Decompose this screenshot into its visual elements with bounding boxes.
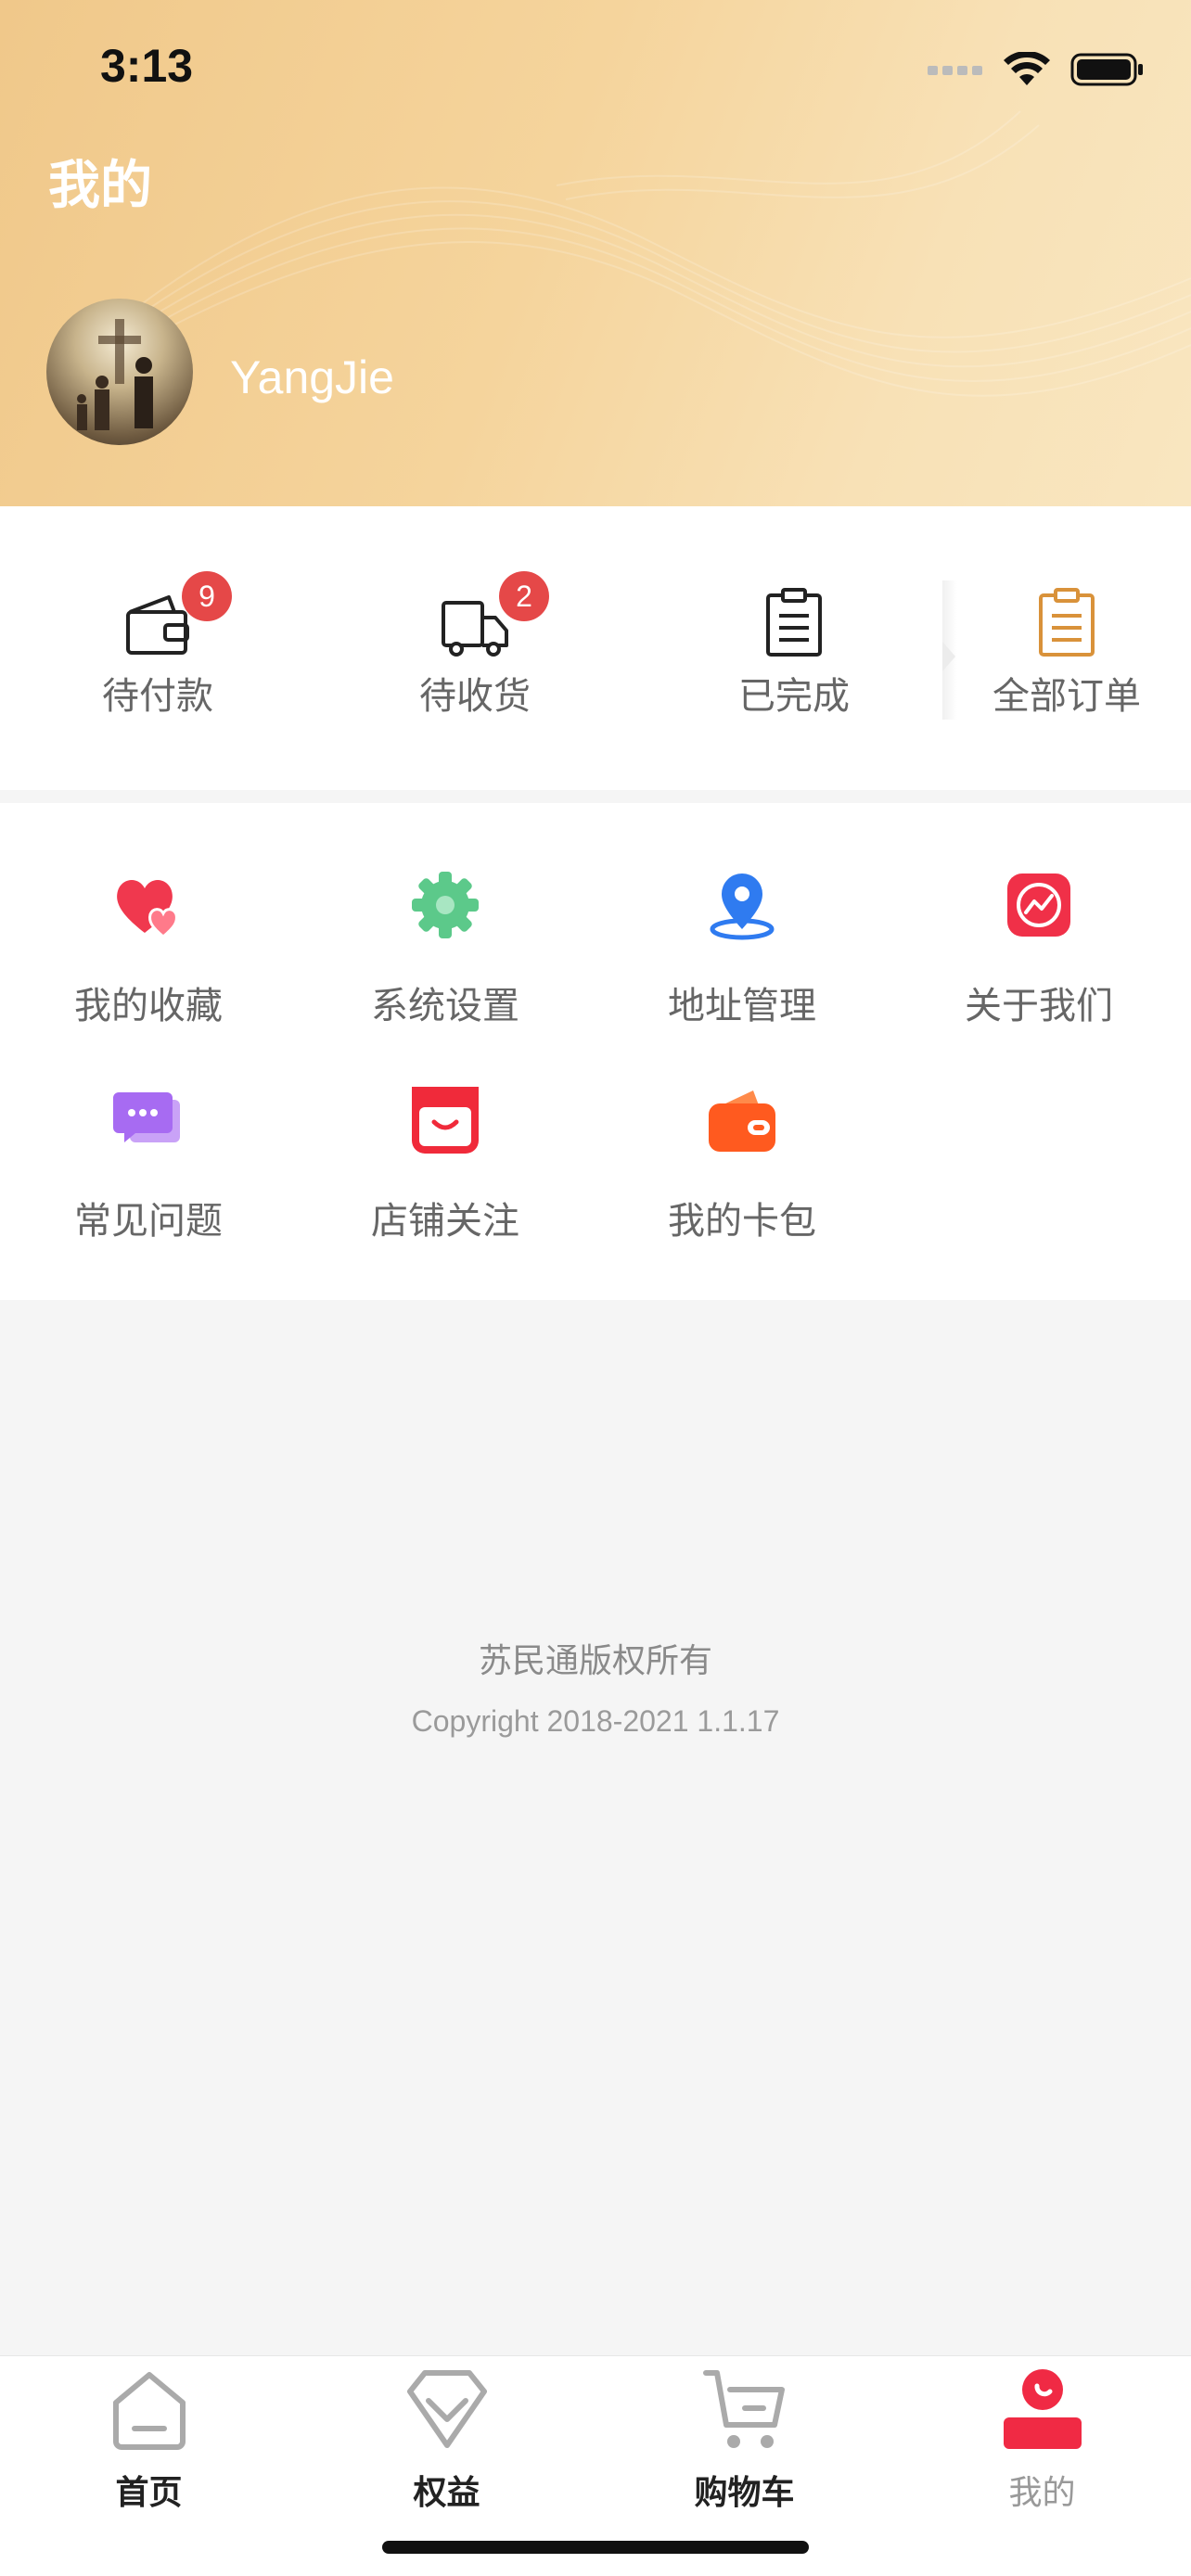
menu-about[interactable]: 关于我们 xyxy=(890,803,1187,1027)
menu-label-about: 关于我们 xyxy=(965,985,1113,1027)
order-pending-receipt[interactable]: 2 待收货 xyxy=(336,506,614,790)
copyright-version: Copyright 2018-2021 1.1.17 xyxy=(411,1704,780,1738)
order-label-pending-payment: 待付款 xyxy=(102,675,213,718)
status-time: 3:13 xyxy=(100,40,194,92)
menu-address[interactable]: 地址管理 xyxy=(594,803,890,1027)
gear-icon xyxy=(412,872,479,938)
tab-home[interactable]: 首页 xyxy=(0,2356,298,2542)
cellular-signal-icon xyxy=(928,66,982,75)
order-completed[interactable]: 已完成 xyxy=(655,506,933,790)
tab-label-cart: 购物车 xyxy=(694,2474,795,2512)
badge-pending-payment: 9 xyxy=(182,571,232,621)
profile-header: 3:13 我的 YangJie xyxy=(0,0,1191,506)
menu-label-shop-follow: 店铺关注 xyxy=(371,1200,519,1243)
chat-icon xyxy=(113,1092,180,1142)
menu-label-faq: 常见问题 xyxy=(74,1200,223,1243)
home-indicator xyxy=(382,2541,809,2554)
avatar[interactable] xyxy=(46,299,193,445)
username[interactable]: YangJie xyxy=(230,351,394,404)
wifi-icon xyxy=(1004,52,1050,85)
clipboard-icon xyxy=(766,588,822,657)
menu-shop-follow[interactable]: 店铺关注 xyxy=(297,1018,594,1243)
all-orders-button[interactable]: 全部订单 xyxy=(942,506,1191,790)
tab-label-profile: 我的 xyxy=(1008,2474,1076,2512)
menu-favorites[interactable]: 我的收藏 xyxy=(0,803,297,1027)
home-icon xyxy=(112,2372,186,2450)
menu-settings[interactable]: 系统设置 xyxy=(297,803,594,1027)
profile-icon xyxy=(1003,2369,1082,2449)
page-title: 我的 xyxy=(48,156,152,216)
menu-label-card-wallet: 我的卡包 xyxy=(668,1200,816,1243)
diamond-icon xyxy=(406,2370,487,2448)
shop-icon xyxy=(412,1087,479,1154)
wallet-card-icon xyxy=(709,1090,775,1152)
menu-card-wallet[interactable]: 我的卡包 xyxy=(594,1018,890,1243)
all-orders-label: 全部订单 xyxy=(992,675,1141,718)
avatar-image xyxy=(77,319,153,430)
order-label-completed: 已完成 xyxy=(738,675,850,718)
location-pin-icon xyxy=(710,874,775,940)
copyright-company: 苏民通版权所有 xyxy=(478,1642,712,1680)
tab-cart[interactable]: 购物车 xyxy=(596,2356,893,2542)
heart-icon xyxy=(117,880,178,938)
all-orders-clipboard-icon xyxy=(1039,588,1095,657)
badge-pending-receipt: 2 xyxy=(499,571,549,621)
status-icons xyxy=(928,52,1145,87)
orders-panel: 9 待付款 2 待收货 已完成 全部订单 xyxy=(0,506,1191,790)
order-label-pending-receipt: 待收货 xyxy=(419,675,531,718)
order-pending-payment[interactable]: 9 待付款 xyxy=(19,506,297,790)
menu-grid: 我的收藏 系统设置 地址管理 关于我们 常见问题 店铺关注 我的卡包 xyxy=(0,803,1191,1300)
battery-icon xyxy=(1070,53,1143,86)
tab-label-benefits: 权益 xyxy=(413,2474,480,2512)
tab-profile[interactable]: 我的 xyxy=(893,2356,1191,2542)
tab-label-home: 首页 xyxy=(115,2474,183,2512)
trend-icon xyxy=(1007,874,1070,937)
cart-icon xyxy=(702,2370,785,2448)
tab-benefits[interactable]: 权益 xyxy=(298,2356,596,2542)
menu-faq[interactable]: 常见问题 xyxy=(0,1018,297,1243)
